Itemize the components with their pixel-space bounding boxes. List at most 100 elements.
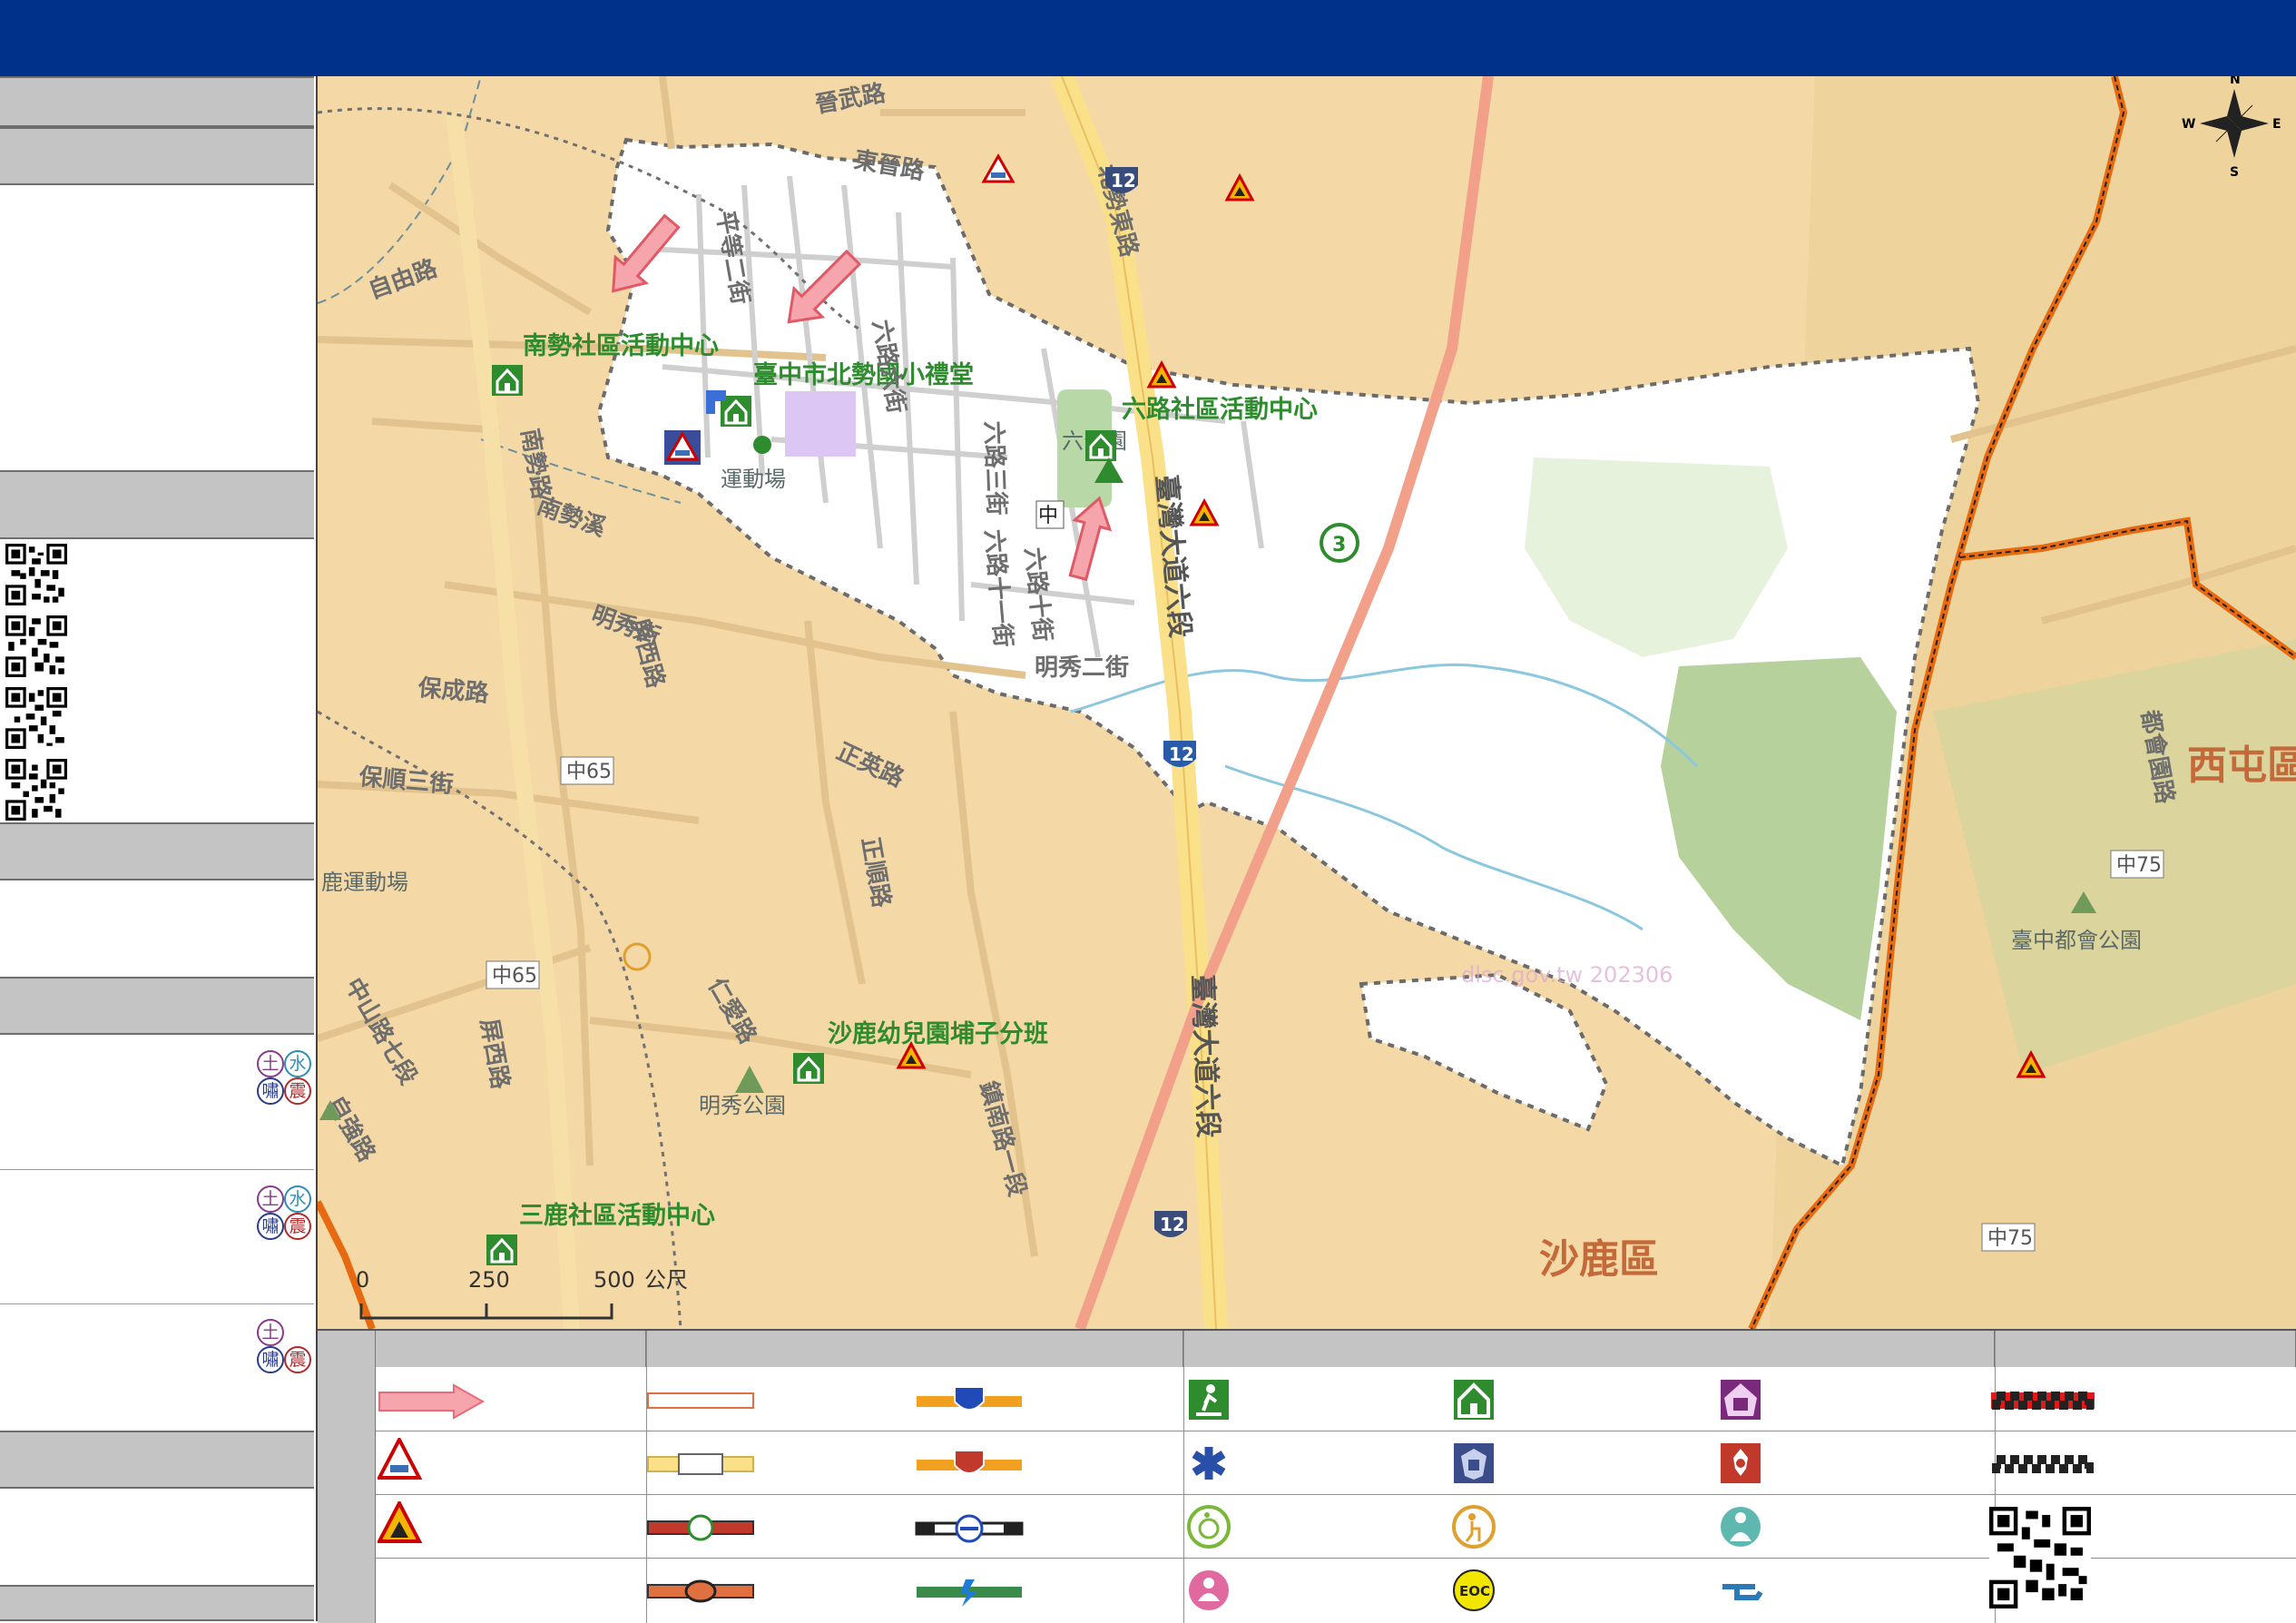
compass-east: E bbox=[2272, 117, 2281, 132]
sidebar-header-3 bbox=[0, 822, 314, 880]
info-sidebar: 土 水 嘯 震 土 水 嘯 震 土 嘯 震 bbox=[0, 76, 318, 1621]
legend-header-1 bbox=[376, 1331, 646, 1367]
village-boundary-legend bbox=[1992, 1455, 2094, 1473]
landslide-hazard-badge: 土 bbox=[257, 1050, 284, 1077]
shield-label: 12 bbox=[1169, 743, 1194, 765]
route-box-label: 中75 bbox=[1987, 1227, 2033, 1250]
landslide-warning-icon bbox=[378, 1501, 423, 1543]
scale-tick: 0 bbox=[356, 1267, 369, 1293]
legend-header-2 bbox=[646, 1331, 1183, 1367]
earthquake-hazard-badge: 震 bbox=[284, 1346, 311, 1373]
map-legend: EOC bbox=[318, 1329, 2296, 1623]
childcare-icon bbox=[1721, 1507, 1761, 1547]
scale-tick: 250 bbox=[468, 1267, 510, 1293]
compass-south: S bbox=[2230, 165, 2239, 180]
school-ground bbox=[785, 391, 856, 457]
landslide-hazard-badge: 土 bbox=[257, 1185, 284, 1213]
road-legend-provincial bbox=[647, 1453, 754, 1475]
route-box-label: 中 bbox=[1038, 505, 1058, 527]
shelter-icon[interactable] bbox=[793, 1053, 824, 1084]
evacuation-arrow-icon bbox=[378, 1383, 486, 1420]
sidebar-header-4 bbox=[0, 977, 314, 1035]
tsunami-hazard-badge: 嘯 bbox=[257, 1077, 284, 1105]
social-welfare-icon bbox=[1189, 1570, 1229, 1610]
road-label: 明秀二街 bbox=[1035, 654, 1129, 682]
poi-label: 明秀公園 bbox=[699, 1093, 786, 1118]
police-station-icon bbox=[1454, 1443, 1494, 1483]
disability-care-icon bbox=[1187, 1505, 1231, 1549]
shelter-label[interactable]: 臺中市北勢國小禮堂 bbox=[753, 360, 974, 389]
shelter-label[interactable]: 沙鹿幼兒園埔子分班 bbox=[828, 1019, 1048, 1048]
eoc-icon: EOC bbox=[1453, 1569, 1495, 1611]
title-bar bbox=[0, 0, 2296, 76]
route-box-label: 中75 bbox=[2116, 854, 2162, 877]
high-speed-rail-legend bbox=[917, 1579, 1022, 1607]
shield-label: 12 bbox=[1160, 1214, 1185, 1235]
medical-icon bbox=[1189, 1443, 1229, 1483]
watermark: dlsc.gov.tw 202306 bbox=[1461, 962, 1673, 988]
landslide-hazard-badge: 土 bbox=[257, 1319, 284, 1346]
shelter-label[interactable]: 六路社區活動中心 bbox=[1122, 395, 1318, 424]
compass-north: N bbox=[2230, 76, 2241, 87]
hazard-map[interactable]: 南勢社區活動中心 臺中市北勢國小禮堂 六路社區活動中心 沙鹿幼兒園埔子分班 三鹿… bbox=[318, 76, 2296, 1329]
sidebar-header-5 bbox=[0, 1431, 314, 1489]
national-highway-legend bbox=[917, 1386, 1022, 1411]
shield-label: 12 bbox=[1111, 170, 1136, 192]
expressway-legend bbox=[917, 1450, 1022, 1474]
earthquake-hazard-badge: 震 bbox=[284, 1213, 311, 1240]
sidebar-header-2 bbox=[0, 127, 314, 185]
road-label: 臺灣大道六段 bbox=[1186, 974, 1223, 1138]
eoc-label: EOC bbox=[1459, 1583, 1490, 1599]
tsunami-hazard-badge: 嘯 bbox=[257, 1213, 284, 1240]
qr-code-2[interactable] bbox=[5, 615, 67, 677]
route-box-label: 中65 bbox=[492, 965, 537, 988]
road-label: 六路三街 bbox=[979, 420, 1011, 516]
flood-warning-icon bbox=[378, 1438, 423, 1480]
sidebar-divider bbox=[0, 1303, 314, 1304]
shelter-icon[interactable] bbox=[492, 365, 523, 396]
qr-code-3[interactable] bbox=[5, 687, 67, 749]
evacuation-site-icon bbox=[1189, 1380, 1229, 1420]
road-legend-minor bbox=[647, 1392, 754, 1409]
qr-code-1[interactable] bbox=[5, 544, 67, 605]
shelter-label[interactable]: 三鹿社區活動中心 bbox=[519, 1201, 715, 1230]
flood-hazard-badge: 水 bbox=[284, 1185, 311, 1213]
legend-qr-code[interactable] bbox=[1989, 1507, 2091, 1608]
district-label-shalu: 沙鹿區 bbox=[1539, 1236, 1659, 1283]
legend-col-line bbox=[1183, 1331, 1184, 1623]
fire-station-icon bbox=[1721, 1380, 1761, 1420]
legend-header-4 bbox=[1995, 1331, 2296, 1367]
sidebar-header-1 bbox=[0, 76, 314, 127]
route-box-label: 中65 bbox=[566, 761, 612, 783]
flood-warning-icon[interactable] bbox=[664, 430, 701, 465]
sidebar-header-qr bbox=[0, 470, 314, 539]
shelter-icon bbox=[1454, 1380, 1494, 1420]
railway-legend bbox=[915, 1514, 1024, 1543]
district-boundary-legend bbox=[1991, 1392, 2095, 1410]
sidebar-header-6 bbox=[0, 1585, 314, 1621]
district-label-xitun: 西屯區 bbox=[2187, 743, 2296, 789]
shelter-icon[interactable] bbox=[486, 1234, 517, 1265]
poi-label: 鹿運動場 bbox=[321, 870, 408, 895]
flood-hazard-badge: 水 bbox=[284, 1050, 311, 1077]
sidebar-divider bbox=[0, 1169, 314, 1170]
shelter-label[interactable]: 南勢社區活動中心 bbox=[523, 331, 719, 360]
legend-row-line bbox=[376, 1494, 2296, 1495]
school-flag-icon bbox=[706, 390, 726, 401]
fire-department-icon bbox=[1721, 1443, 1761, 1483]
helipad-icon bbox=[1722, 1584, 1763, 1600]
poi-label: 運動場 bbox=[721, 467, 786, 492]
scale-tick: 500 bbox=[594, 1267, 635, 1293]
qr-code-4[interactable] bbox=[5, 759, 67, 821]
shield-label: 3 bbox=[1332, 534, 1346, 556]
shelter-icon[interactable] bbox=[1085, 430, 1116, 461]
elderly-care-icon bbox=[1452, 1505, 1496, 1549]
road-legend-county-route bbox=[647, 1579, 754, 1603]
stadium-icon bbox=[753, 436, 771, 454]
poi-label: 臺中都會公園 bbox=[2011, 928, 2142, 953]
map-canvas[interactable]: 南勢社區活動中心 臺中市北勢國小禮堂 六路社區活動中心 沙鹿幼兒園埔子分班 三鹿… bbox=[318, 76, 2296, 1329]
legend-header-3 bbox=[1183, 1331, 1995, 1367]
earthquake-hazard-badge: 震 bbox=[284, 1077, 311, 1105]
compass-west: W bbox=[2182, 117, 2195, 132]
scale-unit: 公尺 bbox=[644, 1267, 688, 1293]
